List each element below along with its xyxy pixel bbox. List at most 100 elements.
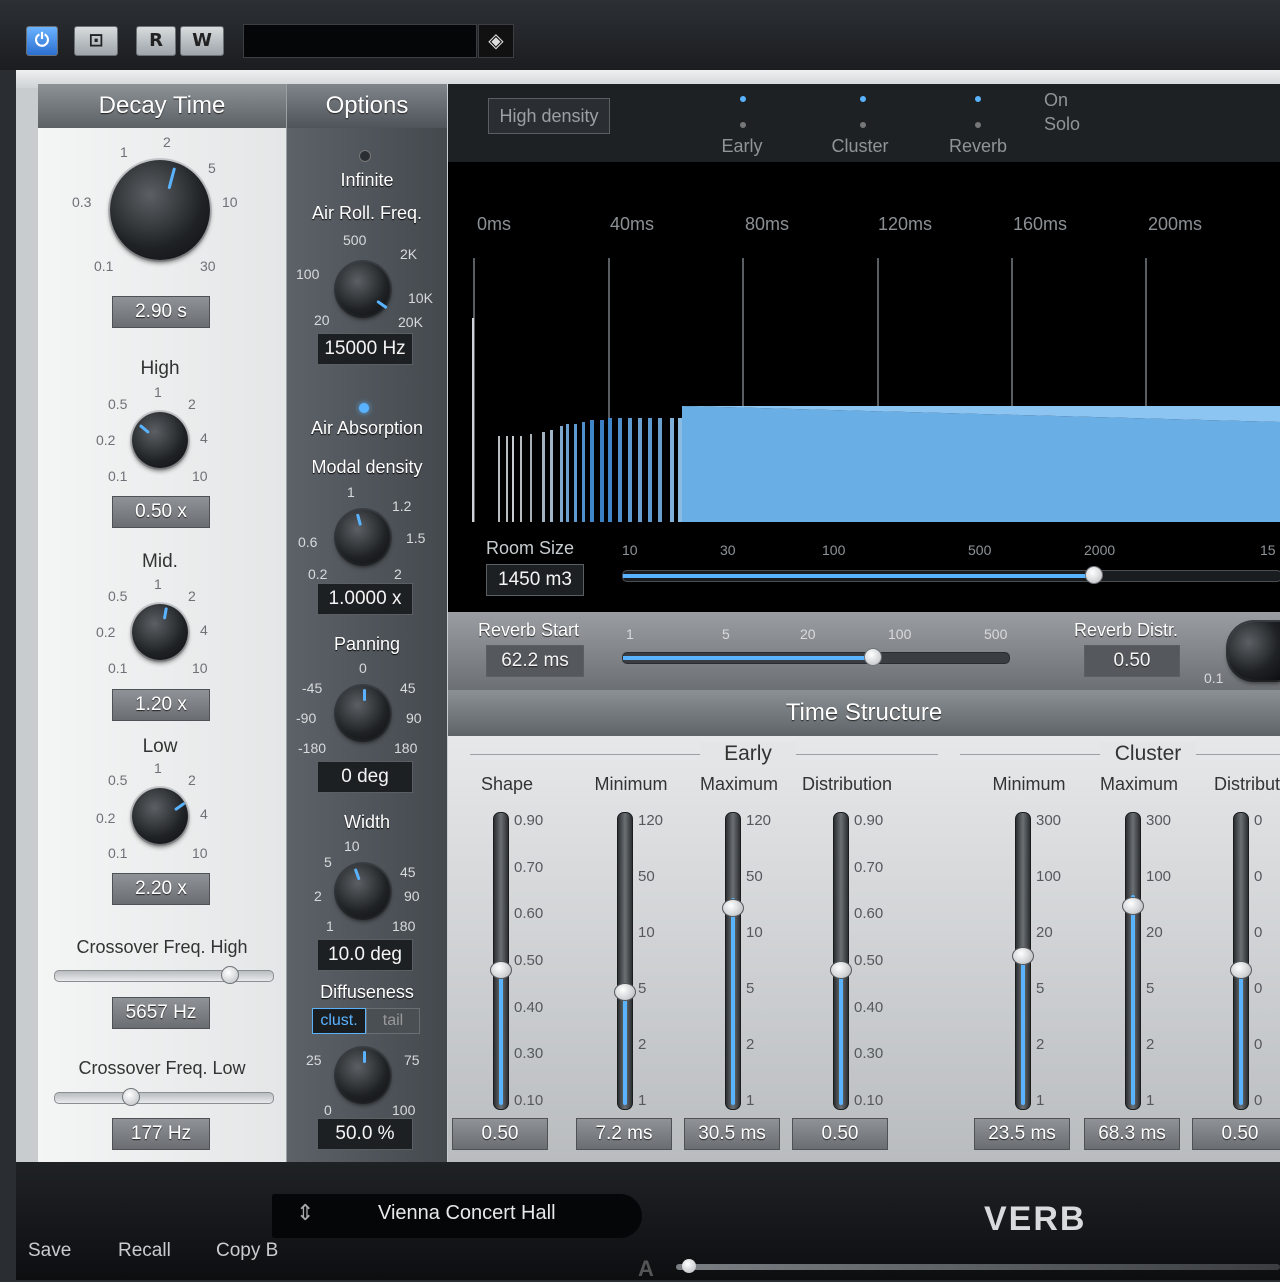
high-knob[interactable] — [132, 412, 188, 468]
air-absorption-led[interactable] — [359, 403, 369, 413]
copy-b-button[interactable]: Copy B — [216, 1240, 278, 1262]
read-automation-button[interactable]: R — [136, 26, 176, 56]
reverb-start-value[interactable]: 62.2 ms — [486, 645, 584, 677]
cluster-on-led[interactable] — [860, 96, 866, 102]
fader-value[interactable]: 0.50 — [452, 1118, 548, 1150]
room-size-slider[interactable] — [622, 566, 1280, 584]
fader-thumb[interactable] — [830, 961, 852, 979]
xover-low-value[interactable]: 177 Hz — [112, 1118, 210, 1150]
rs-scale-0: 1 — [626, 626, 634, 642]
fader-track[interactable] — [1230, 812, 1252, 1110]
fader-value[interactable]: 0.50 — [792, 1118, 888, 1150]
modal-density-label: Modal density — [311, 457, 423, 477]
mid-scale-0: 0.1 — [108, 660, 128, 676]
tab-reverb[interactable]: Reverb — [936, 136, 1020, 157]
air-roll-value[interactable]: 15000 Hz — [317, 333, 413, 365]
fader-scale-label: 10 — [746, 924, 763, 941]
fader-value[interactable]: 30.5 ms — [684, 1118, 780, 1150]
fader-track[interactable] — [614, 812, 636, 1110]
diamond-icon[interactable]: ◈ — [478, 24, 514, 58]
fader-thumb[interactable] — [614, 983, 636, 1001]
fader-thumb[interactable] — [1230, 961, 1252, 979]
modal-density-knob[interactable] — [336, 510, 390, 564]
fader-thumb[interactable] — [1012, 947, 1034, 965]
low-knob[interactable] — [132, 788, 188, 844]
verb-logo: VERB — [984, 1200, 1087, 1238]
fader-track[interactable] — [722, 812, 744, 1110]
panning-value[interactable]: 0 deg — [317, 761, 413, 793]
power-button[interactable]: ⏻ — [26, 26, 58, 56]
panning-scale-6: 180 — [394, 740, 418, 756]
mid-knob[interactable] — [132, 604, 188, 660]
width-value[interactable]: 10.0 deg — [317, 939, 413, 971]
decay-time-knob[interactable] — [110, 160, 210, 260]
preset-arrows-icon[interactable]: ⇕ — [296, 1200, 314, 1226]
fader-thumb[interactable] — [722, 899, 744, 917]
ab-slider[interactable] — [676, 1259, 1280, 1273]
width-scale-1: 2 — [314, 888, 322, 904]
fader-value[interactable]: 7.2 ms — [576, 1118, 672, 1150]
fader-fill — [731, 898, 735, 1105]
air-roll-knob[interactable] — [336, 262, 390, 316]
preset-field[interactable] — [243, 24, 477, 58]
diffuseness-tab-cluster[interactable]: clust. — [312, 1008, 366, 1034]
mid-label: Mid. — [142, 551, 178, 572]
xover-high-slider[interactable] — [54, 966, 274, 984]
fader-thumb[interactable] — [1122, 897, 1144, 915]
write-automation-button[interactable]: W — [180, 26, 224, 56]
fader-scale-label: 5 — [1036, 980, 1045, 997]
panning-scale-4: 45 — [400, 680, 416, 696]
modal-scale-3: 1.2 — [392, 498, 412, 514]
diffuseness-knob[interactable] — [336, 1048, 390, 1102]
mid-value[interactable]: 1.20 x — [112, 689, 210, 721]
room-size-value[interactable]: 1450 m3 — [486, 564, 584, 596]
preset-name[interactable]: Vienna Concert Hall — [378, 1202, 556, 1225]
reverb-on-led[interactable] — [975, 96, 981, 102]
fader-thumb[interactable] — [490, 961, 512, 979]
xover-high-value[interactable]: 5657 Hz — [112, 997, 210, 1029]
recall-button[interactable]: Recall — [118, 1240, 171, 1262]
modal-density-value[interactable]: 1.0000 x — [317, 583, 413, 615]
save-button[interactable]: Save — [28, 1240, 71, 1262]
diffuseness-value[interactable]: 50.0 % — [317, 1118, 413, 1150]
fader-label: Maximum — [1099, 774, 1178, 794]
fader-track[interactable] — [1012, 812, 1034, 1110]
reverb-start-slider[interactable] — [622, 648, 1010, 666]
reverb-solo-led[interactable] — [975, 122, 981, 128]
xover-low-slider[interactable] — [54, 1088, 274, 1106]
cluster-solo-led[interactable] — [860, 122, 866, 128]
room-size-thumb[interactable] — [1085, 566, 1103, 584]
width-knob[interactable] — [336, 864, 390, 918]
low-scale-6: 10 — [192, 845, 208, 861]
reverb-distr-value[interactable]: 0.50 — [1084, 645, 1180, 677]
rs-scale-3: 100 — [888, 626, 912, 642]
reverb-start-thumb[interactable] — [864, 648, 882, 666]
fader-value[interactable]: 23.5 ms — [974, 1118, 1070, 1150]
fader-track[interactable] — [830, 812, 852, 1110]
tab-cluster[interactable]: Cluster — [818, 136, 902, 157]
decay-scale-3: 2 — [163, 134, 171, 150]
xover-high-thumb[interactable] — [221, 966, 239, 984]
fader-scale-label: 50 — [746, 868, 763, 885]
infinite-led[interactable] — [359, 150, 371, 162]
fader-value[interactable]: 0.50 — [1192, 1118, 1280, 1150]
fader-value[interactable]: 68.3 ms — [1084, 1118, 1180, 1150]
fader-fill — [1021, 947, 1025, 1105]
panning-knob[interactable] — [336, 686, 390, 740]
fader-track[interactable] — [490, 812, 512, 1110]
tab-early[interactable]: Early — [700, 136, 784, 157]
fader-fill — [839, 961, 843, 1105]
reverb-distr-knob[interactable] — [1228, 622, 1280, 680]
ab-thumb[interactable] — [682, 1259, 696, 1273]
early-on-led[interactable] — [740, 96, 746, 102]
diffuseness-tab-tail[interactable]: tail — [366, 1008, 420, 1034]
high-density-button[interactable]: High density — [488, 98, 610, 134]
fader-scale-label: 0 — [1254, 1092, 1263, 1109]
bypass-button[interactable]: ⊡ — [74, 26, 118, 56]
xover-low-thumb[interactable] — [122, 1088, 140, 1106]
decay-time-value[interactable]: 2.90 s — [112, 296, 210, 328]
fader-track[interactable] — [1122, 812, 1144, 1110]
low-value[interactable]: 2.20 x — [112, 873, 210, 905]
early-solo-led[interactable] — [740, 122, 746, 128]
high-value[interactable]: 0.50 x — [112, 496, 210, 528]
